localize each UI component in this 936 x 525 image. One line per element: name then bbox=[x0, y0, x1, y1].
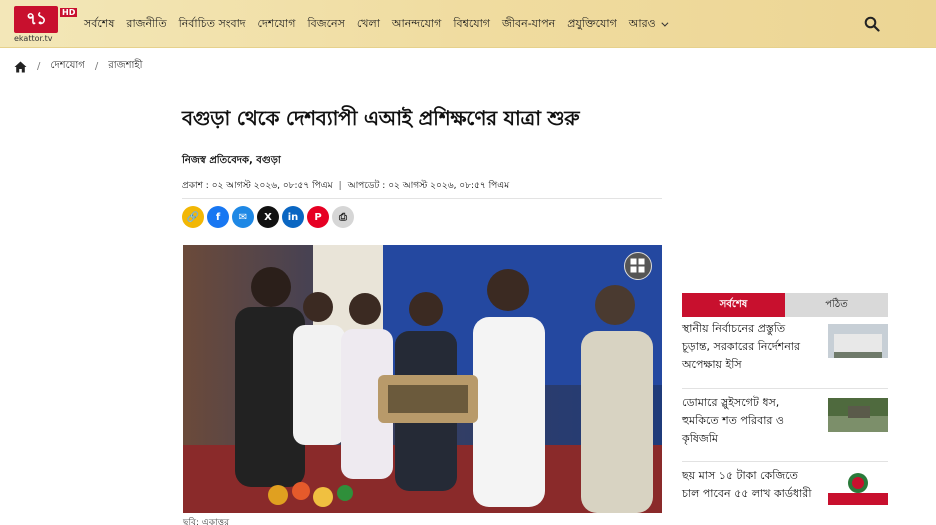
nav-item[interactable]: আনন্দযোগ bbox=[392, 15, 441, 34]
breadcrumb-separator: / bbox=[94, 61, 99, 72]
messenger-icon[interactable]: ✉ bbox=[232, 206, 254, 228]
breadcrumb-item[interactable]: দেশযোগ bbox=[50, 58, 84, 75]
news-title[interactable]: ডোমারে স্লুইসগেট ধস, হুমকিতে শত পরিবার ও… bbox=[682, 394, 814, 448]
list-item[interactable]: স্থানীয় নির্বাচনের প্রস্তুতি চূড়ান্ত, … bbox=[682, 320, 888, 374]
divider bbox=[682, 461, 888, 462]
published-time: প্রকাশ : ০২ আগস্ট ২০২৬, ০৮:৫৭ পিএম bbox=[182, 181, 333, 191]
hd-badge: HD bbox=[60, 8, 78, 17]
divider bbox=[682, 388, 888, 389]
news-thumbnail[interactable] bbox=[828, 398, 888, 432]
list-item[interactable]: ছয় মাস ১৫ টাকা কেজিতে চাল পাবেন ৫৫ লাখ … bbox=[682, 467, 888, 505]
print-icon[interactable]: ⎙ bbox=[332, 206, 354, 228]
breadcrumb-item[interactable]: রাজশাহী bbox=[108, 58, 142, 75]
nav-item[interactable]: রাজনীতি bbox=[126, 15, 166, 34]
linkedin-icon[interactable]: in bbox=[282, 206, 304, 228]
x-icon[interactable]: X bbox=[257, 206, 279, 228]
list-item[interactable]: ডোমারে স্লুইসগেট ধস, হুমকিতে শত পরিবার ও… bbox=[682, 394, 888, 448]
news-thumbnail[interactable] bbox=[828, 324, 888, 358]
pinterest-icon[interactable]: P bbox=[307, 206, 329, 228]
grid-icon bbox=[630, 258, 645, 273]
share-bar: 🔗 f ✉ Xin P ⎙ bbox=[182, 206, 354, 228]
news-title[interactable]: ছয় মাস ১৫ টাকা কেজিতে চাল পাবেন ৫৫ লাখ … bbox=[682, 467, 814, 505]
nav-more-label: আরও bbox=[628, 16, 656, 30]
search-icon[interactable] bbox=[864, 16, 880, 32]
nav-item[interactable]: প্রযুক্তিযোগ bbox=[567, 15, 617, 34]
news-thumbnail[interactable] bbox=[828, 471, 888, 505]
article-photo[interactable] bbox=[183, 245, 662, 513]
nav-item[interactable]: জীবন-যাপন bbox=[502, 15, 555, 34]
article-byline: নিজস্ব প্রতিবেদক, বগুড়া bbox=[182, 155, 281, 166]
article-headline: বগুড়া থেকে দেশব্যাপী এআই প্রশিক্ষণের যা… bbox=[182, 106, 580, 130]
tab-most-read[interactable]: পঠিত bbox=[785, 293, 888, 317]
nav-item[interactable]: নির্বাচিত সংবাদ bbox=[179, 15, 246, 34]
site-url: ekattor.tv bbox=[14, 34, 53, 43]
photo-caption: ছবি: একাত্তর bbox=[183, 518, 230, 525]
nav-item[interactable]: সর্বশেষ bbox=[84, 15, 114, 34]
time-divider: | bbox=[338, 180, 342, 191]
nav-item[interactable]: বিশ্বযোগ bbox=[453, 15, 490, 34]
news-title[interactable]: স্থানীয় নির্বাচনের প্রস্তুতি চূড়ান্ত, … bbox=[682, 320, 814, 374]
copy-link-icon[interactable]: 🔗 bbox=[182, 206, 204, 228]
nav-item[interactable]: বিজনেস bbox=[307, 15, 344, 34]
updated-time: আপডেট : ০২ আগস্ট ২০২৬, ০৮:৫৭ পিএম bbox=[347, 181, 510, 191]
gallery-button[interactable] bbox=[624, 252, 652, 280]
site-logo[interactable]: ৭১ HD ekattor.tv bbox=[14, 6, 78, 43]
article-timestamps: প্রকাশ : ০২ আগস্ট ২০২৬, ০৮:৫৭ পিএম | আপড… bbox=[182, 178, 509, 193]
breadcrumb-separator: / bbox=[37, 61, 41, 72]
tab-latest[interactable]: সর্বশেষ bbox=[682, 293, 785, 317]
photo-illustration bbox=[183, 245, 662, 513]
site-header: ৭১ HD ekattor.tv সর্বশেষ রাজনীতি নির্বাচ… bbox=[0, 0, 936, 48]
breadcrumb: / দেশযোগ / রাজশাহী bbox=[14, 58, 143, 75]
divider bbox=[182, 198, 662, 199]
main-nav: সর্বশেষ রাজনীতি নির্বাচিত সংবাদ দেশযোগ ব… bbox=[84, 0, 678, 48]
nav-item[interactable]: দেশযোগ bbox=[258, 15, 296, 34]
chevron-down-icon bbox=[661, 19, 669, 27]
logo-mark: ৭১ bbox=[14, 6, 58, 33]
facebook-icon[interactable]: f bbox=[207, 206, 229, 228]
home-icon[interactable] bbox=[14, 61, 27, 73]
nav-more[interactable]: আরও bbox=[628, 15, 669, 34]
nav-item[interactable]: খেলা bbox=[357, 15, 380, 34]
sidebar-tabs: সর্বশেষ পঠিত bbox=[682, 293, 888, 317]
